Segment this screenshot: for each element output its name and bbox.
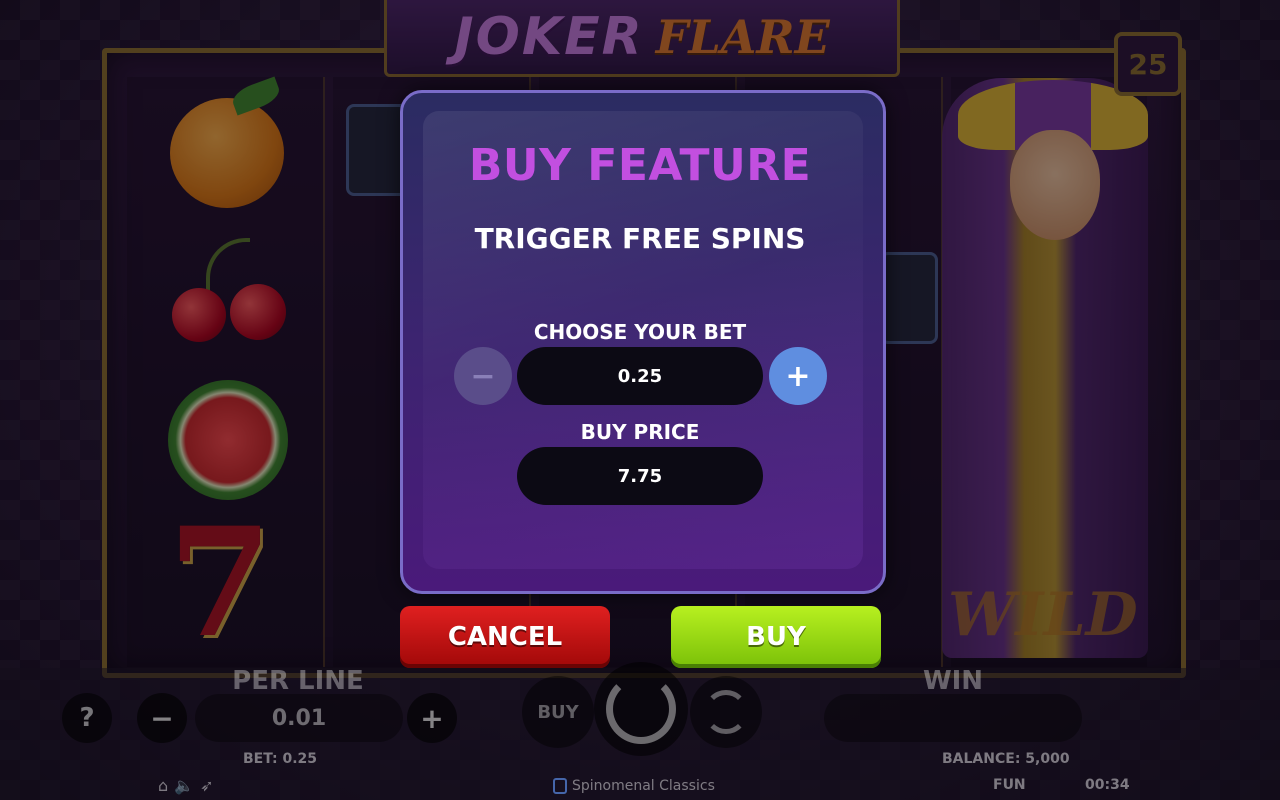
sound-icon[interactable]: 🔈 (174, 776, 194, 795)
bet-value-field: 0.25 (517, 347, 763, 405)
win-value (824, 694, 1082, 742)
turbo-icon[interactable]: ➶ (200, 776, 213, 795)
confirm-buy-button[interactable]: BUY (671, 606, 881, 668)
per-line-decrease-button[interactable]: − (137, 693, 187, 743)
help-button[interactable]: ? (62, 693, 112, 743)
clock-display: 00:34 (1085, 777, 1130, 793)
per-line-label: PER LINE (232, 666, 364, 696)
buy-feature-button[interactable]: BUY (522, 676, 594, 748)
autoplay-icon (704, 690, 748, 734)
balance-display: BALANCE: 5,000 (942, 751, 1070, 767)
settings-icons: ⌂ 🔈 ➶ (158, 776, 213, 795)
mode-display: FUN (993, 777, 1026, 793)
spin-icon (606, 674, 676, 744)
choose-bet-label: CHOOSE YOUR BET (533, 320, 747, 344)
dialog-title: BUY FEATURE (468, 140, 812, 191)
spinomenal-logo-icon (553, 778, 567, 794)
win-label: WIN (922, 666, 984, 696)
bet-decrease-button[interactable]: − (454, 347, 512, 405)
buy-price-label: BUY PRICE (580, 420, 700, 444)
provider-brand: Spinomenal Classics (553, 778, 715, 794)
bet-display: BET: 0.25 (243, 751, 318, 767)
dialog-subtitle: TRIGGER FREE SPINS (474, 222, 806, 255)
per-line-value: 0.01 (195, 694, 403, 742)
home-icon[interactable]: ⌂ (158, 776, 168, 795)
buy-price-field: 7.75 (517, 447, 763, 505)
autoplay-button[interactable] (690, 676, 762, 748)
cancel-button[interactable]: CANCEL (400, 606, 610, 668)
per-line-increase-button[interactable]: + (407, 693, 457, 743)
bet-increase-button[interactable]: + (769, 347, 827, 405)
brand-name: Spinomenal Classics (572, 778, 715, 794)
spin-button[interactable] (594, 662, 688, 756)
